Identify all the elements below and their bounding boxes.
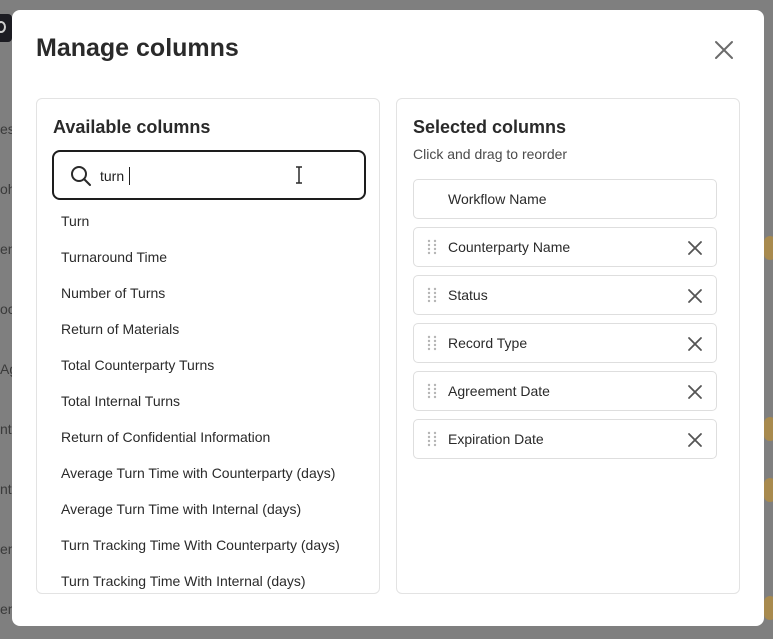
background-badge <box>764 236 773 260</box>
selected-columns-title: Selected columns <box>413 117 567 137</box>
list-item[interactable]: Return of Materials <box>37 311 379 347</box>
selected-column-fixed: Workflow Name <box>413 179 717 219</box>
close-icon <box>715 41 733 59</box>
remove-icon[interactable] <box>686 239 704 257</box>
background-badge <box>764 417 773 441</box>
available-columns-title: Available columns <box>53 117 211 137</box>
remove-icon[interactable] <box>686 431 704 449</box>
selected-column-label: Status <box>448 287 488 303</box>
list-item[interactable]: Turn Tracking Time With Counterparty (da… <box>37 527 379 563</box>
selected-column-label: Record Type <box>448 335 528 351</box>
selected-column-item[interactable]: Status <box>413 275 717 315</box>
drag-handle-icon[interactable] <box>424 431 440 447</box>
background-text: Ag <box>0 361 12 377</box>
remove-icon[interactable] <box>686 383 704 401</box>
list-item[interactable]: Average Turn Time with Counterparty (day… <box>37 455 379 491</box>
selected-column-item[interactable]: Record Type <box>413 323 717 363</box>
list-item[interactable]: Average Turn Time with Internal (days) <box>37 491 379 527</box>
selected-columns-list: Workflow Name Counterparty Name Status R… <box>413 179 717 467</box>
text-cursor-icon <box>296 166 302 184</box>
remove-icon[interactable] <box>686 335 704 353</box>
manage-columns-dialog: Manage columns Available columns Turn Tu… <box>12 10 764 626</box>
list-item[interactable]: Total Counterparty Turns <box>37 347 379 383</box>
list-item[interactable]: Turnaround Time <box>37 239 379 275</box>
background-badge <box>764 596 773 620</box>
background-text: es <box>0 121 12 137</box>
background-text: oc <box>0 301 12 317</box>
background-text: nt <box>0 481 12 497</box>
search-icon <box>71 166 91 186</box>
selected-column-label: Agreement Date <box>448 383 550 399</box>
drag-handle-icon[interactable] <box>424 335 440 351</box>
background-icon <box>0 21 6 33</box>
list-item[interactable]: Total Internal Turns <box>37 383 379 419</box>
drag-handle-icon[interactable] <box>424 383 440 399</box>
close-button[interactable] <box>712 38 736 62</box>
selected-column-item[interactable]: Expiration Date <box>413 419 717 459</box>
background-text: nt <box>0 421 12 437</box>
selected-column-label: Counterparty Name <box>448 239 571 255</box>
list-item[interactable]: Turn <box>37 203 379 239</box>
background-dark-button <box>0 14 12 42</box>
selected-columns-subtitle: Click and drag to reorder <box>413 146 568 162</box>
dialog-title: Manage columns <box>36 34 239 62</box>
list-item[interactable]: Return of Confidential Information <box>37 419 379 455</box>
search-box[interactable] <box>52 150 366 200</box>
selected-column-label: Workflow Name <box>448 191 547 207</box>
background-text: em <box>0 601 12 617</box>
background-page: es oh en oc Ag nt nt em em <box>0 0 12 639</box>
list-item[interactable]: Turn Tracking Time With Internal (days) <box>37 563 379 593</box>
background-badge <box>764 478 773 502</box>
selected-columns-panel: Selected columns Click and drag to reord… <box>396 98 740 594</box>
background-text: en <box>0 241 12 257</box>
selected-column-item[interactable]: Counterparty Name <box>413 227 717 267</box>
available-columns-panel: Available columns Turn Turnaround Time N… <box>36 98 380 594</box>
remove-icon[interactable] <box>686 287 704 305</box>
available-columns-list: Turn Turnaround Time Number of Turns Ret… <box>37 203 379 593</box>
search-input[interactable] <box>100 165 300 187</box>
drag-handle-icon[interactable] <box>424 239 440 255</box>
selected-column-label: Expiration Date <box>448 431 544 447</box>
background-text: oh <box>0 181 12 197</box>
text-caret <box>129 167 130 185</box>
selected-column-item[interactable]: Agreement Date <box>413 371 717 411</box>
list-item[interactable]: Number of Turns <box>37 275 379 311</box>
background-text: em <box>0 541 12 557</box>
drag-handle-icon[interactable] <box>424 287 440 303</box>
